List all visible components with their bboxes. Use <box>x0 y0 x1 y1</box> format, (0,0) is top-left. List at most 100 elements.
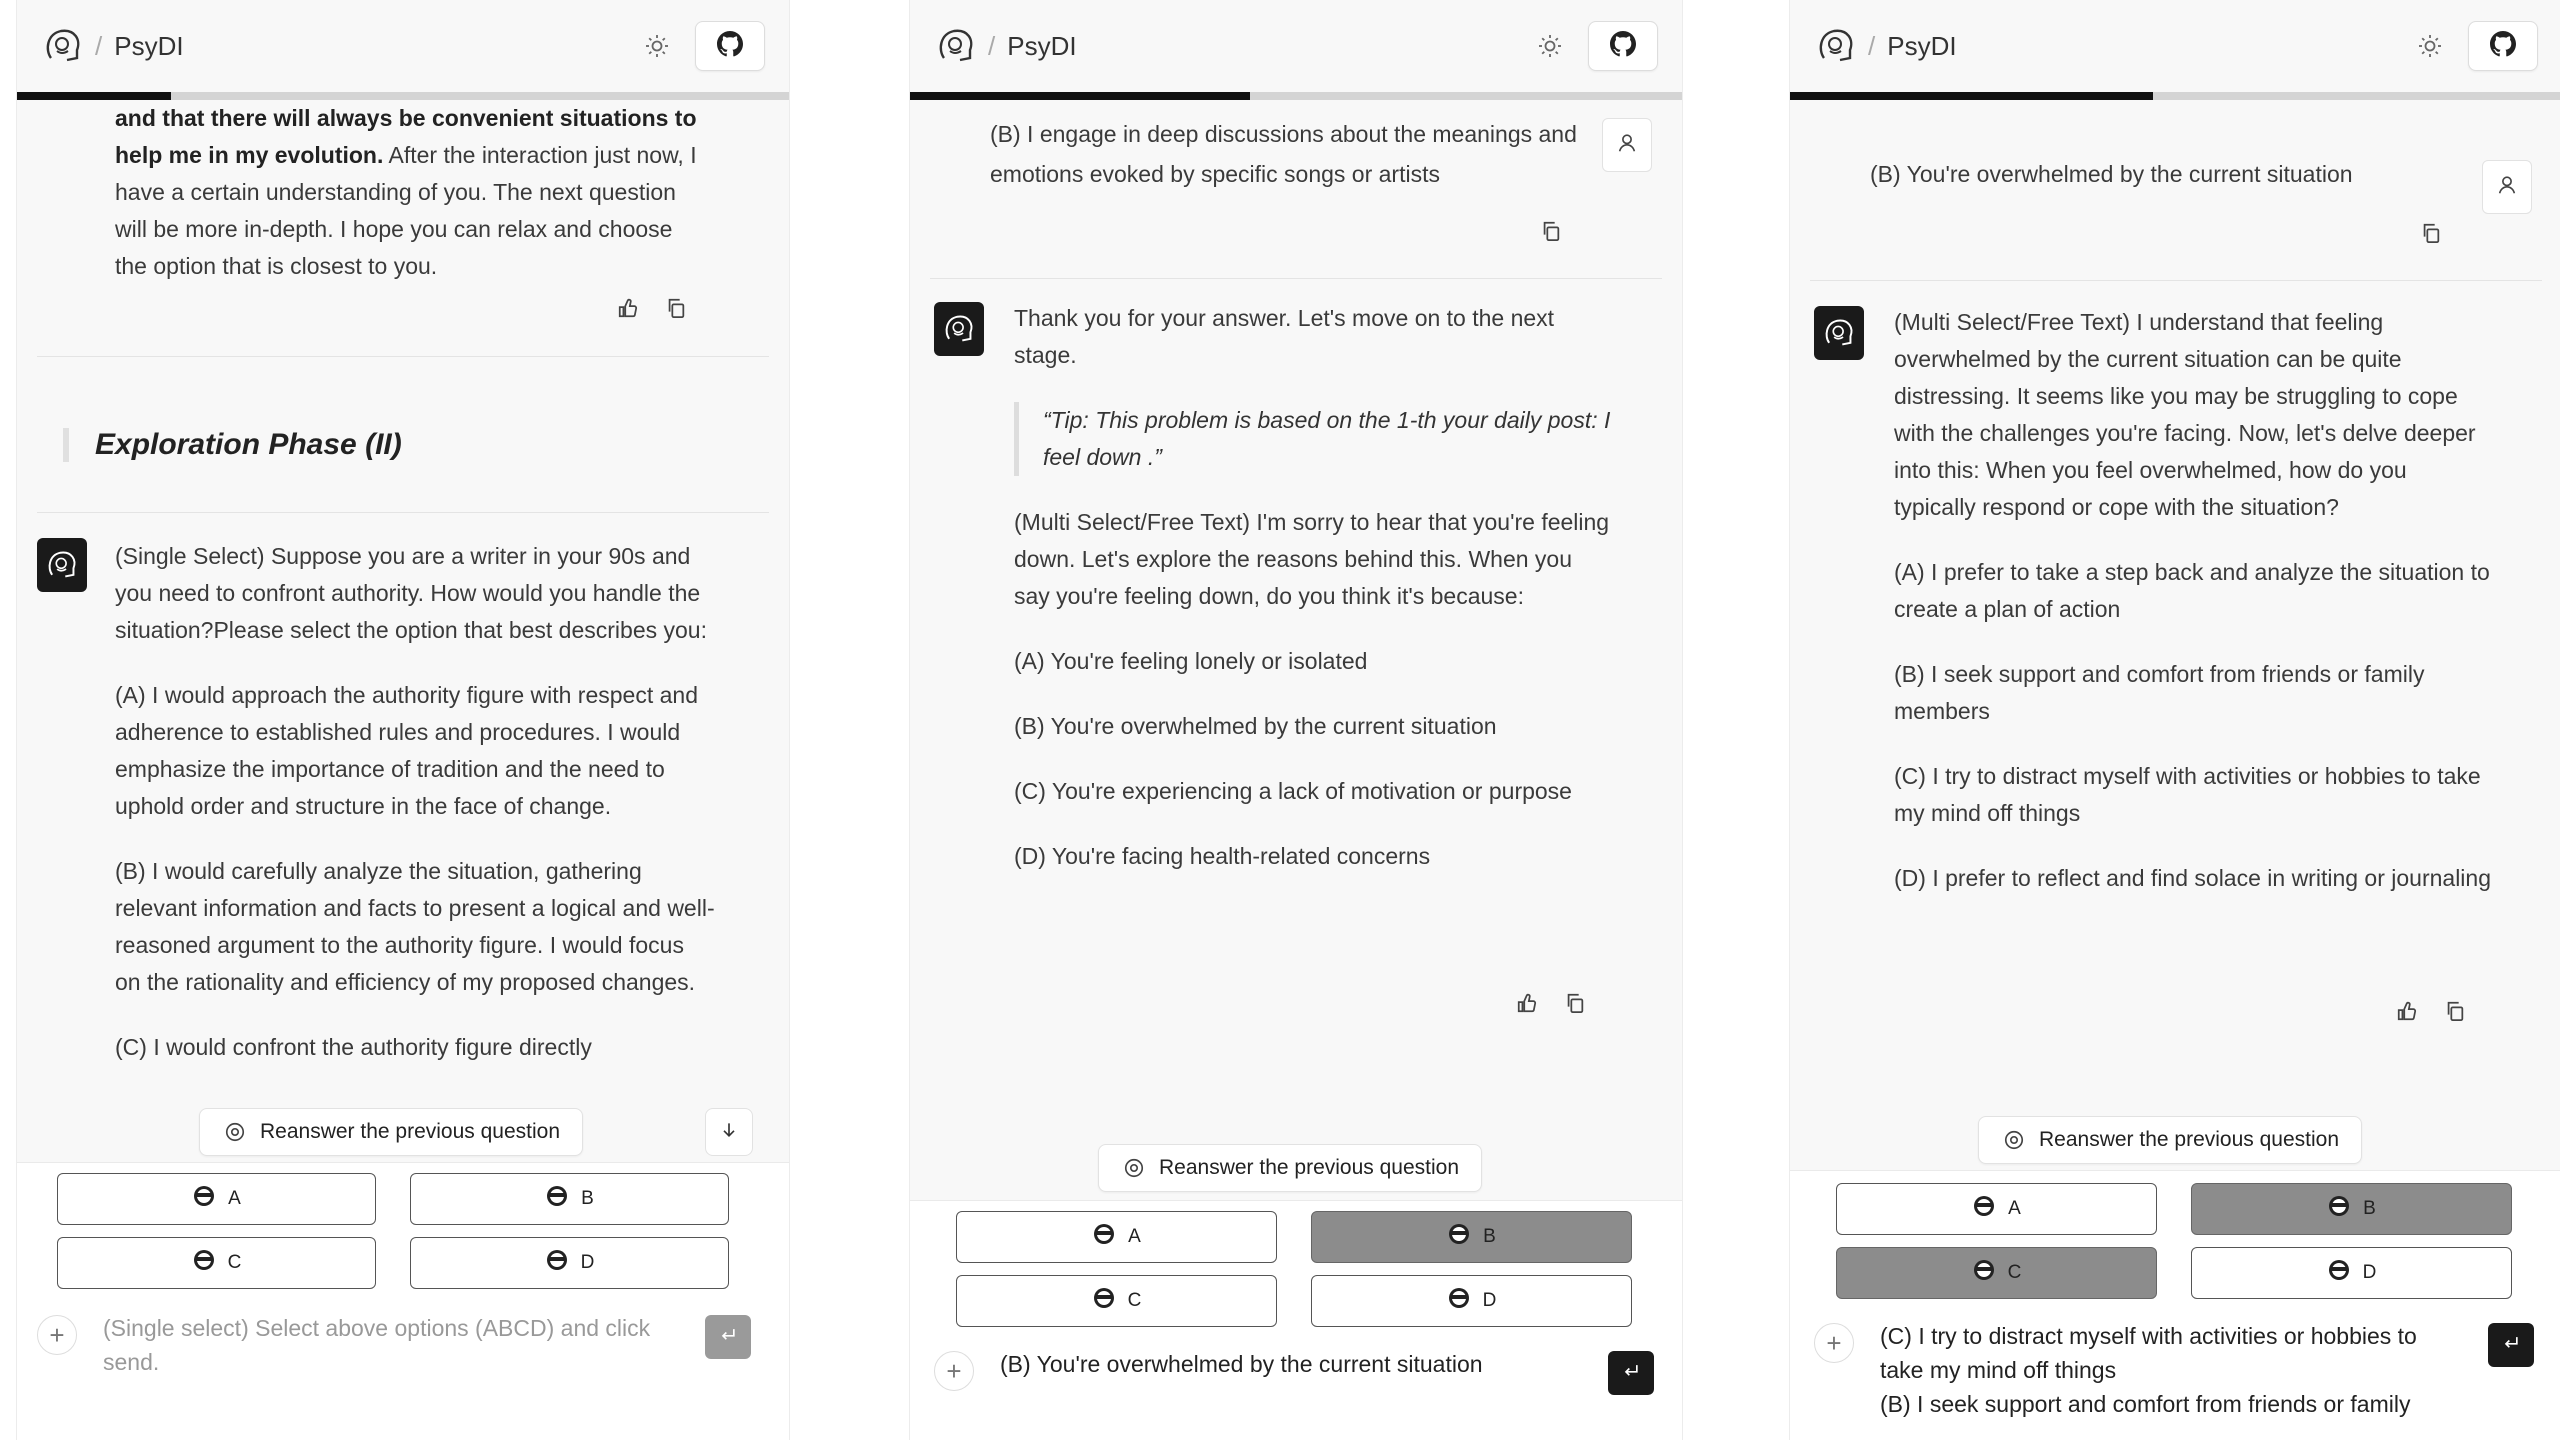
choice-a-button[interactable]: A <box>57 1173 376 1225</box>
message-input[interactable]: (Single select) Select above options (AB… <box>77 1311 677 1379</box>
plus-icon[interactable]: + <box>37 1315 77 1355</box>
choice-label: B <box>1483 1226 1496 1247</box>
thumbs-up-icon[interactable] <box>615 295 641 321</box>
enter-icon <box>718 1325 738 1350</box>
send-button[interactable] <box>2488 1323 2534 1367</box>
face-icon <box>1972 1194 1996 1224</box>
option-c-text: (C) You're experiencing a lack of motiva… <box>1014 778 1572 804</box>
bot-question: (Single Select) Suppose you are a writer… <box>115 538 715 1094</box>
choice-label: A <box>2008 1198 2021 1219</box>
reanswer-button[interactable]: Reanswer the previous question <box>1098 1144 1483 1192</box>
progress-fill <box>17 92 172 100</box>
breadcrumb-separator: / <box>1868 30 1876 61</box>
message-input-row: + (B) You're overwhelmed by the current … <box>934 1347 1614 1391</box>
github-icon <box>1610 30 1636 62</box>
target-icon <box>222 1119 248 1145</box>
tip-quote: “Tip: This problem is based on the 1-th … <box>1014 402 1614 476</box>
bot-question: (Multi Select/Free Text) I understand th… <box>1894 304 2494 925</box>
choice-b-button[interactable]: B <box>410 1173 729 1225</box>
choice-a-button[interactable]: A <box>956 1211 1277 1263</box>
user-icon <box>1616 132 1638 159</box>
enter-icon <box>2501 1333 2521 1358</box>
option-a-text: (A) I would approach the authority figur… <box>115 682 698 819</box>
choice-b-button[interactable]: B <box>1311 1211 1632 1263</box>
bot-avatar <box>934 302 984 356</box>
brand-name[interactable]: PsyDI <box>1887 31 1956 62</box>
choice-a-button[interactable]: A <box>1836 1183 2157 1235</box>
choice-c-button[interactable]: C <box>956 1275 1277 1327</box>
divider <box>37 512 769 513</box>
reanswer-button[interactable]: Reanswer the previous question <box>199 1108 584 1156</box>
choice-c-button[interactable]: C <box>1836 1247 2157 1299</box>
user-message: (B) You're overwhelmed by the current si… <box>1870 161 2353 187</box>
choice-d-button[interactable]: D <box>410 1237 729 1289</box>
choice-d-button[interactable]: D <box>2191 1247 2512 1299</box>
user-avatar <box>1602 118 1652 172</box>
choice-c-button[interactable]: C <box>57 1237 376 1289</box>
psydi-logo-icon[interactable] <box>934 24 978 68</box>
reanswer-label: Reanswer the previous question <box>1159 1156 1460 1179</box>
scroll-down-button[interactable] <box>705 1108 753 1156</box>
choice-grid: A B C D <box>1836 1183 2512 1299</box>
sun-icon[interactable] <box>637 26 677 66</box>
face-icon <box>192 1184 216 1214</box>
thumbs-up-icon[interactable] <box>1514 990 1540 1016</box>
copy-icon[interactable] <box>1538 218 1564 244</box>
face-icon <box>192 1248 216 1278</box>
psydi-logo-icon[interactable] <box>41 24 85 68</box>
bot-avatar <box>1814 306 1864 360</box>
copy-icon[interactable] <box>2442 998 2468 1024</box>
copy-icon[interactable] <box>2418 220 2444 246</box>
thumbs-up-icon[interactable] <box>2394 998 2420 1024</box>
target-icon <box>2001 1127 2027 1153</box>
choice-b-button[interactable]: B <box>2191 1183 2512 1235</box>
copy-icon[interactable] <box>1562 990 1588 1016</box>
github-icon <box>2490 30 2516 62</box>
sun-icon[interactable] <box>1530 26 1570 66</box>
progress-bar <box>910 92 1682 100</box>
github-button[interactable] <box>695 21 765 71</box>
input-area: A B C D + (B) You're overwhelmed by the … <box>910 1200 1682 1440</box>
face-icon <box>1447 1222 1471 1252</box>
choice-label: B <box>581 1188 594 1209</box>
face-icon <box>2327 1258 2351 1288</box>
reanswer-button[interactable]: Reanswer the previous question <box>1978 1116 2363 1164</box>
choice-d-button[interactable]: D <box>1311 1275 1632 1327</box>
brand-name[interactable]: PsyDI <box>114 31 183 62</box>
progress-fill <box>1790 92 2153 100</box>
choice-label: A <box>1128 1226 1141 1247</box>
github-button[interactable] <box>2468 21 2538 71</box>
option-b-text: (B) I would carefully analyze the situat… <box>115 858 715 995</box>
divider <box>930 278 1662 279</box>
send-button[interactable] <box>1608 1351 1654 1395</box>
brand-name[interactable]: PsyDI <box>1007 31 1076 62</box>
face-icon <box>1092 1222 1116 1252</box>
input-area: A B C D + (Single select) Select above o… <box>17 1162 789 1440</box>
user-avatar <box>2482 160 2532 214</box>
send-button[interactable] <box>705 1315 751 1359</box>
message-actions <box>615 295 689 321</box>
plus-icon[interactable]: + <box>1814 1323 1854 1363</box>
choice-label: C <box>227 1252 242 1273</box>
github-button[interactable] <box>1588 21 1658 71</box>
message-input[interactable]: (B) You're overwhelmed by the current si… <box>974 1347 1554 1381</box>
reanswer-label: Reanswer the previous question <box>2039 1128 2340 1151</box>
breadcrumb-separator: / <box>95 30 103 61</box>
plus-icon[interactable]: + <box>934 1351 974 1391</box>
header: / PsyDI <box>1790 0 2560 92</box>
face-icon <box>1972 1258 1996 1288</box>
face-icon <box>2327 1194 2351 1224</box>
psydi-logo-icon[interactable] <box>1814 24 1858 68</box>
sun-icon[interactable] <box>2410 26 2450 66</box>
progress-fill <box>910 92 1250 100</box>
copy-icon[interactable] <box>663 295 689 321</box>
divider <box>37 356 769 357</box>
choice-label: B <box>2363 1198 2376 1219</box>
header: / PsyDI <box>910 0 1682 92</box>
choice-label: D <box>2362 1262 2377 1283</box>
arrow-down-icon <box>719 1120 739 1145</box>
option-d-text: (D) You're facing health-related concern… <box>1014 843 1431 869</box>
face-icon <box>1447 1286 1471 1316</box>
message-input[interactable]: (C) I try to distract myself with activi… <box>1854 1319 2464 1421</box>
choice-label: C <box>2007 1262 2022 1283</box>
